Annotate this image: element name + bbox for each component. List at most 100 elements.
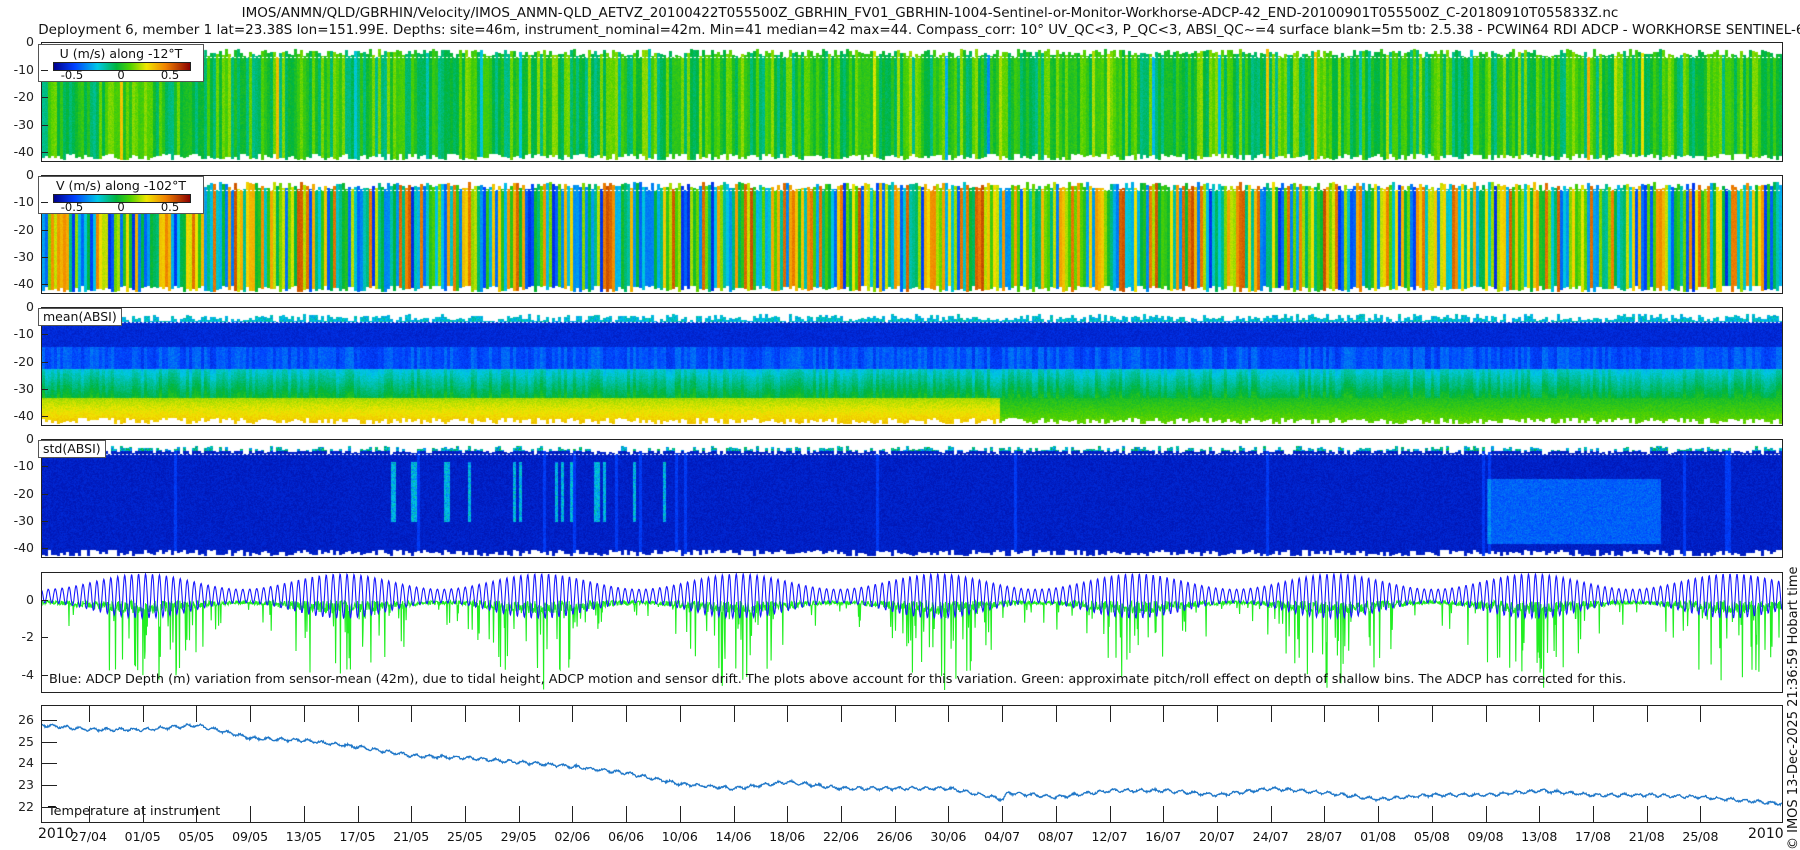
y-tick-mark	[41, 599, 48, 601]
x-tick-mark	[1216, 806, 1218, 822]
x-tick-label: 13/05	[285, 829, 322, 844]
y-tick-label: -30	[13, 380, 34, 396]
y-tick-label: 24	[18, 755, 34, 771]
x-tick-label: 17/08	[1574, 829, 1611, 844]
y-tick-label: -10	[13, 458, 34, 474]
x-tick-mark	[1646, 806, 1648, 822]
x-tick-mark	[1002, 706, 1004, 722]
x-tick-mark	[1592, 706, 1594, 722]
figure-title-line-2: Deployment 6, member 1 lat=23.38S lon=15…	[38, 22, 1800, 38]
mean-absi-panel	[41, 307, 1783, 426]
y-tick-mark	[41, 284, 48, 286]
x-tick-label: 20/07	[1198, 829, 1235, 844]
y-tick-label: -10	[13, 194, 34, 210]
y-tick-mark	[41, 69, 48, 71]
x-tick-mark	[1700, 706, 1702, 722]
temperature-line	[42, 723, 1782, 807]
x-tick-mark	[357, 706, 359, 722]
x-tick-mark	[1270, 706, 1272, 722]
x-tick-mark	[1646, 706, 1648, 722]
v-colorbar-legend: V (m/s) along -102°T -0.5 0 0.5	[38, 176, 204, 214]
x-tick-label: 16/07	[1145, 829, 1182, 844]
x-tick-label: 21/05	[393, 829, 430, 844]
x-tick-mark	[894, 806, 896, 822]
colorbar-tick: 0	[117, 200, 125, 214]
x-tick-mark	[142, 706, 144, 722]
x-tick-mark	[572, 706, 574, 722]
mean-absi-label: mean(ABSI)	[38, 308, 122, 326]
y-tick-mark	[41, 124, 48, 126]
x-tick-mark	[948, 806, 950, 822]
x-tick-mark	[1324, 706, 1326, 722]
y-tick-mark	[41, 388, 48, 390]
y-tick-label: 0	[26, 34, 34, 49]
x-tick-label: 09/08	[1467, 829, 1504, 844]
y-tick-mark	[41, 493, 48, 495]
x-tick-mark	[464, 706, 466, 722]
x-tick-mark	[679, 806, 681, 822]
x-tick-mark	[1700, 806, 1702, 822]
y-tick-mark	[41, 741, 57, 743]
std-absi-heatmap	[42, 440, 1782, 557]
x-tick-mark	[303, 706, 305, 722]
y-tick-label: -30	[13, 512, 34, 528]
x-tick-mark	[572, 806, 574, 822]
x-tick-label: 18/06	[769, 829, 806, 844]
y-tick-mark	[41, 97, 48, 98]
x-tick-label: 01/05	[124, 829, 161, 844]
v-legend-title: V (m/s) along -102°T	[55, 178, 187, 193]
y-tick-mark	[41, 637, 48, 639]
x-tick-mark	[948, 706, 950, 722]
y-tick-mark	[41, 520, 48, 522]
x-tick-label: 28/07	[1306, 829, 1343, 844]
x-tick-label: 25/05	[446, 829, 483, 844]
x-tick-mark	[142, 806, 144, 822]
y-tick-mark	[41, 256, 48, 258]
x-tick-label: 27/04	[70, 829, 107, 844]
y-tick-mark	[41, 785, 57, 787]
x-tick-label: 04/07	[984, 829, 1021, 844]
u-velocity-panel	[41, 42, 1783, 162]
x-tick-label: 06/06	[608, 829, 645, 844]
y-tick-label: -20	[13, 485, 34, 501]
y-tick-mark	[41, 175, 48, 176]
x-tick-mark	[1270, 806, 1272, 822]
temperature-label: Temperature at instrument	[48, 804, 221, 819]
x-tick-mark	[88, 706, 90, 722]
y-tick-mark	[41, 229, 48, 231]
x-tick-mark	[840, 706, 842, 722]
y-tick-label: 0	[26, 167, 34, 182]
x-tick-mark	[518, 806, 520, 822]
y-tick-label: 26	[18, 711, 34, 727]
y-tick-mark	[41, 152, 48, 154]
y-tick-label: 23	[18, 777, 34, 793]
temperature-panel	[41, 705, 1783, 823]
y-tick-mark	[41, 675, 48, 677]
x-tick-label: 29/05	[500, 829, 537, 844]
x-tick-mark	[1539, 806, 1541, 822]
y-tick-label: -20	[13, 89, 34, 104]
x-tick-mark	[250, 706, 252, 722]
x-tick-label: 30/06	[930, 829, 967, 844]
x-tick-label: 13/08	[1521, 829, 1558, 844]
x-tick-mark	[1109, 706, 1111, 722]
x-tick-mark	[1163, 706, 1165, 722]
x-tick-label: 05/05	[178, 829, 215, 844]
y-tick-mark	[41, 439, 48, 440]
y-tick-label: -20	[13, 221, 34, 237]
mean-absi-heatmap	[42, 308, 1782, 425]
y-tick-label: 0	[26, 591, 34, 607]
v-velocity-panel	[41, 175, 1783, 294]
x-tick-mark	[464, 806, 466, 822]
y-tick-mark	[41, 548, 48, 550]
x-tick-mark	[411, 706, 413, 722]
y-tick-label: -40	[13, 540, 34, 556]
x-tick-label: 09/05	[232, 829, 269, 844]
y-tick-label: 25	[18, 733, 34, 749]
colorbar-tick: 0	[117, 68, 125, 82]
x-tick-mark	[1592, 806, 1594, 822]
x-tick-mark	[1485, 806, 1487, 822]
x-tick-mark	[1539, 706, 1541, 722]
x-tick-mark	[679, 706, 681, 722]
colorbar-tick: -0.5	[60, 200, 84, 214]
